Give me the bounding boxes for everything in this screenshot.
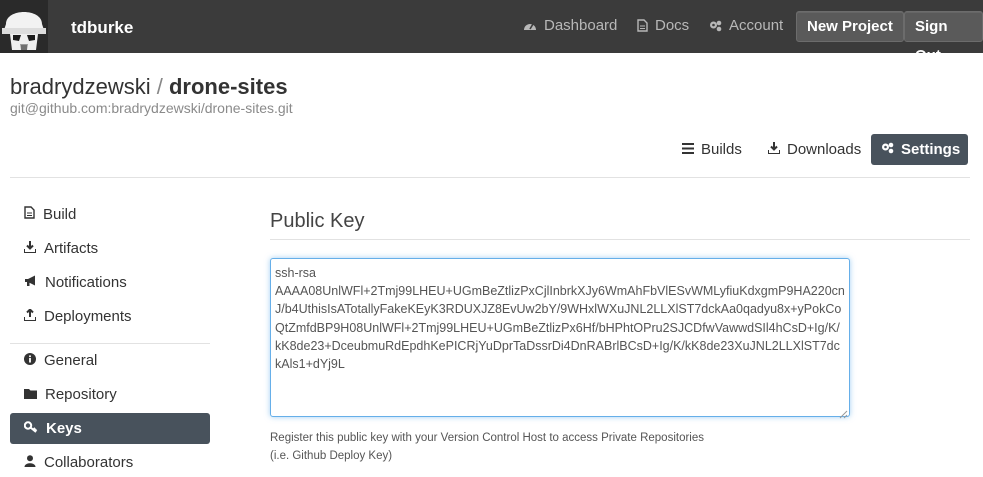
tab-downloads[interactable]: Downloads xyxy=(758,134,871,165)
sidebar-divider xyxy=(10,343,210,344)
sidebar-item-label: Repository xyxy=(45,386,117,403)
upload-icon xyxy=(23,308,37,325)
nav-account-link[interactable]: Account xyxy=(709,17,783,34)
list-icon xyxy=(682,141,694,158)
sidebar-item-artifacts[interactable]: Artifacts xyxy=(10,233,210,264)
username[interactable]: tdburke xyxy=(71,18,133,38)
sidebar-item-notifications[interactable]: Notifications xyxy=(10,267,210,298)
avatar[interactable] xyxy=(0,0,48,53)
sidebar-item-label: General xyxy=(44,352,98,369)
public-key-help: Register this public key with your Versi… xyxy=(270,429,704,465)
repo-separator: / xyxy=(156,74,163,99)
gears-icon xyxy=(709,20,722,32)
repo-title: bradrydzewski / drone-sites xyxy=(10,74,288,100)
sidebar-item-label: Build xyxy=(43,206,77,223)
nav-docs-label: Docs xyxy=(655,17,690,34)
sidebar-item-label: Keys xyxy=(46,420,82,437)
sidebar-item-deployments[interactable]: Deployments xyxy=(10,301,210,332)
repo-owner[interactable]: bradrydzewski xyxy=(10,74,151,99)
sidebar-item-repository[interactable]: Repository xyxy=(10,379,210,410)
top-navbar: tdburke Dashboard Docs Account New Proje… xyxy=(0,0,983,64)
bullhorn-icon xyxy=(24,274,37,291)
sidebar-item-label: Collaborators xyxy=(44,454,134,471)
folder-icon xyxy=(24,386,37,403)
sign-out-button[interactable]: Sign Out xyxy=(904,11,983,64)
tab-builds[interactable]: Builds xyxy=(672,134,752,165)
dashboard-icon xyxy=(523,19,537,32)
nav-account-label: Account xyxy=(729,17,784,34)
sidebar-item-label: Notifications xyxy=(45,274,127,291)
download-icon xyxy=(767,141,781,158)
section-divider xyxy=(270,239,970,240)
sidebar-item-keys[interactable]: Keys xyxy=(10,413,210,444)
tab-settings[interactable]: Settings xyxy=(871,134,968,165)
resize-handle[interactable] xyxy=(839,406,848,419)
nav-docs-link[interactable]: Docs xyxy=(637,17,689,34)
nav-dashboard-link[interactable]: Dashboard xyxy=(523,17,617,34)
tab-settings-label: Settings xyxy=(901,141,961,158)
help-text-line2: (i.e. Github Deploy Key) xyxy=(270,450,393,462)
file-icon xyxy=(24,206,35,223)
info-icon xyxy=(24,352,36,369)
sidebar-item-label: Artifacts xyxy=(44,240,99,257)
document-icon xyxy=(637,19,648,32)
gears-icon xyxy=(881,141,894,158)
key-icon xyxy=(23,420,38,437)
new-project-button[interactable]: New Project xyxy=(796,11,904,42)
sidebar-item-general[interactable]: General xyxy=(10,345,210,376)
sidebar-item-build[interactable]: Build xyxy=(10,199,210,230)
download-icon xyxy=(23,240,37,257)
header-divider xyxy=(10,177,970,178)
help-text-line1: Register this public key with your Versi… xyxy=(270,432,704,444)
sidebar-item-collaborators[interactable]: Collaborators xyxy=(10,447,210,477)
tab-builds-label: Builds xyxy=(701,141,742,158)
repo-clone-url: git@github.com:bradrydzewski/drone-sites… xyxy=(10,100,293,116)
section-title: Public Key xyxy=(270,210,365,232)
user-icon xyxy=(24,454,36,471)
public-key-textarea[interactable]: ssh-rsa AAAA08UnlWFl+2Tmj99LHEU+UGmBeZtl… xyxy=(270,258,850,417)
repo-name[interactable]: drone-sites xyxy=(169,74,288,99)
sidebar-item-label: Deployments xyxy=(44,308,132,325)
nav-dashboard-label: Dashboard xyxy=(544,17,618,34)
tab-downloads-label: Downloads xyxy=(787,141,862,158)
